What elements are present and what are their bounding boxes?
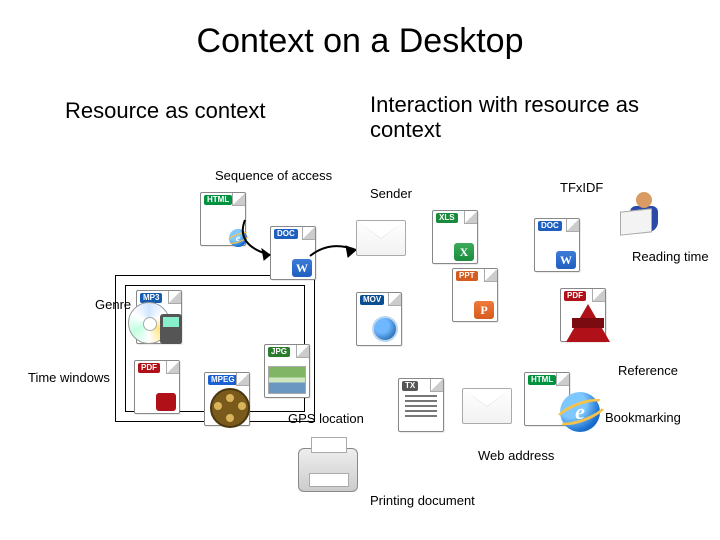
powerpoint-glyph: P: [474, 301, 494, 319]
badge-xls: XLS: [436, 213, 458, 223]
file-xls-icon: XLS X: [432, 210, 478, 264]
pdf-reader-icon: [566, 300, 610, 344]
mp3-player-icon: [160, 314, 182, 344]
excel-glyph: X: [454, 243, 474, 261]
label-tfidf: TFxIDF: [560, 180, 603, 195]
subhead-interaction-as-context: Interaction with resource as context: [370, 92, 690, 143]
badge-pdf-2: PDF: [138, 363, 160, 373]
file-ppt-icon: PPT P: [452, 268, 498, 322]
word-glyph-2: W: [556, 251, 576, 269]
label-sender: Sender: [370, 186, 412, 201]
arrow-1: [230, 210, 300, 270]
ie-icon: e: [560, 392, 600, 432]
badge-jpg: JPG: [268, 347, 290, 357]
file-mov-icon: MOV: [356, 292, 402, 346]
film-reel-icon: [210, 388, 250, 428]
mail-icon-1: [356, 220, 406, 256]
badge-html-2: HTML: [528, 375, 556, 385]
slide-title: Context on a Desktop: [0, 22, 720, 61]
label-printing-document: Printing document: [370, 493, 475, 508]
badge-mpeg: MPEG: [208, 375, 238, 385]
badge-tx: TX: [402, 381, 418, 391]
label-sequence-of-access: Sequence of access: [215, 168, 332, 183]
badge-mov: MOV: [360, 295, 384, 305]
badge-html: HTML: [204, 195, 232, 205]
file-doc-icon-2: DOC W: [534, 218, 580, 272]
file-pdf-icon-2: PDF: [134, 360, 180, 414]
label-time-windows: Time windows: [28, 370, 110, 385]
arrow-2: [308, 238, 363, 268]
jpg-thumb: [268, 366, 306, 394]
label-web-address: Web address: [478, 448, 554, 463]
printer-icon: [298, 448, 358, 492]
badge-ppt: PPT: [456, 271, 478, 281]
label-reference: Reference: [618, 363, 678, 378]
pdf-glyph: [156, 393, 176, 411]
badge-doc-2: DOC: [538, 221, 562, 231]
label-bookmarking: Bookmarking: [605, 410, 681, 425]
quicktime-glyph: [372, 316, 398, 342]
subhead-resource-as-context: Resource as context: [65, 98, 315, 123]
file-tx-icon: TX: [398, 378, 444, 432]
label-reading-time: Reading time: [632, 249, 709, 264]
file-jpg-icon: JPG: [264, 344, 310, 398]
mail-icon-2: [462, 388, 512, 424]
person-reading-icon: [620, 190, 668, 238]
tx-lines: [405, 395, 437, 397]
